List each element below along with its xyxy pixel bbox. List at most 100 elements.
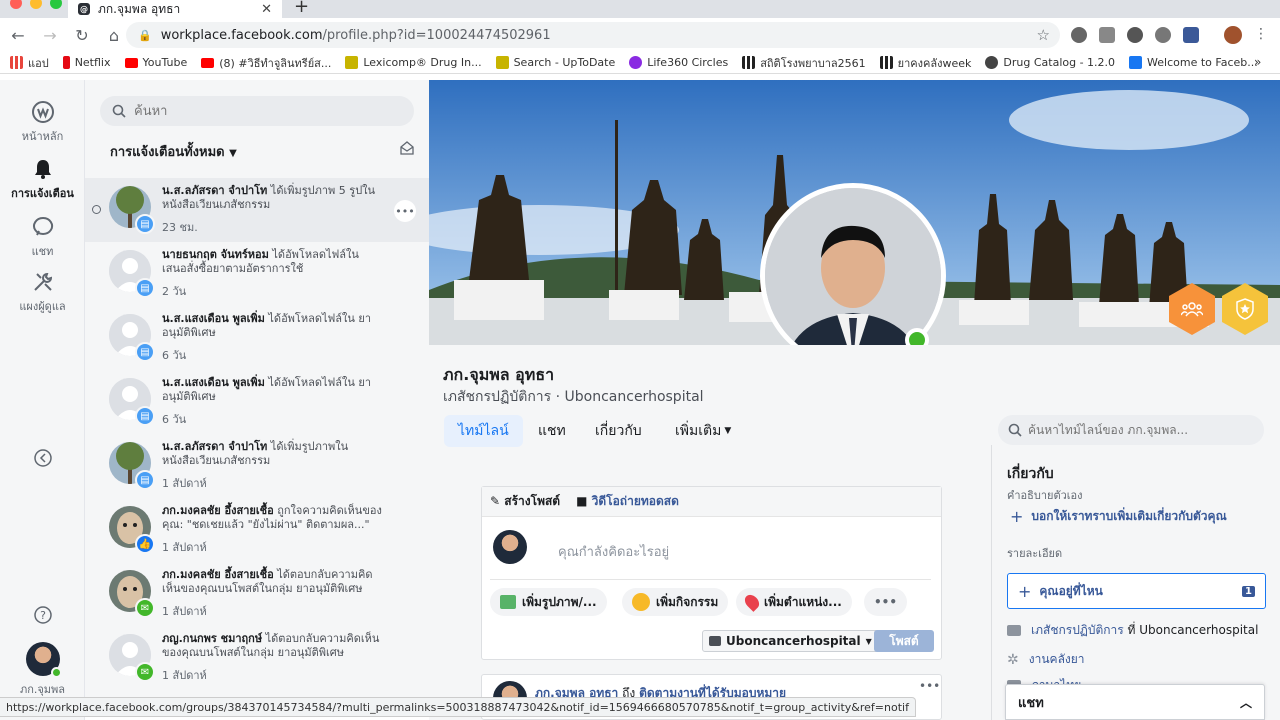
post-button[interactable]: โพสต์	[874, 630, 934, 652]
link-status-bar: https://workplace.facebook.com/groups/38…	[0, 697, 916, 717]
composer-prompt[interactable]: คุณกำลังคิดอะไรอยู่	[558, 541, 669, 562]
online-dot	[50, 667, 62, 678]
bookmark-item[interactable]: Welcome to Faceb...	[1129, 56, 1258, 69]
notification-item[interactable]: ▤ น.ส.แสงเดือน พูลเพิ่ม ได้อัพโหลดไฟล์ใน …	[85, 306, 429, 370]
more-bookmarks-icon[interactable]: »	[1254, 55, 1261, 69]
chat-bar[interactable]: แชท ︿	[1005, 684, 1265, 720]
bookmark-item[interactable]: YouTube	[124, 56, 187, 69]
extension-icon[interactable]	[1155, 27, 1171, 43]
close-window-button[interactable]	[10, 0, 22, 9]
mark-all-read-icon[interactable]	[399, 140, 415, 156]
notification-time: 6 วัน	[162, 413, 187, 426]
notification-time: 1 สัปดาห์	[162, 541, 207, 554]
add-location-button[interactable]: เพิ่มตำแหน่ง...	[736, 588, 852, 616]
details-label: รายละเอียด	[1007, 547, 1063, 560]
bookmark-item[interactable]: Search - UpToDate	[495, 56, 615, 69]
bar-chart-icon	[879, 56, 893, 69]
create-post-tab[interactable]: ✎ สร้างโพสต์	[490, 492, 560, 511]
life360-icon	[629, 56, 643, 69]
add-activity-button[interactable]: เพิ่มกิจกรรม	[622, 588, 729, 616]
extension-icon[interactable]	[1127, 27, 1143, 43]
profile-avatar-icon[interactable]	[1224, 26, 1242, 44]
post-composer: ✎ สร้างโพสต์ ■ วิดีโอถ่ายทอดสด คุณกำลังค…	[481, 486, 942, 660]
department-link[interactable]: งานคลังยา	[1029, 650, 1085, 669]
maximize-window-button[interactable]	[50, 0, 62, 9]
nav-profile[interactable]: ภก.จุมพล	[0, 642, 85, 698]
people-icon	[1181, 302, 1203, 317]
new-tab-button[interactable]: +	[294, 0, 309, 17]
minimize-window-button[interactable]	[30, 0, 42, 9]
facebook-extension-icon[interactable]	[1183, 27, 1199, 43]
divider	[490, 579, 931, 580]
browser-tab-strip: @ ภก.จุมพล อุทธา ✕ +	[0, 0, 1280, 18]
doc-badge-icon: ▤	[135, 406, 155, 426]
bookmark-item[interactable]: Life360 Circles	[629, 56, 728, 69]
like-badge-icon: 👍	[135, 534, 155, 554]
notification-item[interactable]: 👍 ภก.มงคลชัย อึ้งสายเชื้อ ถูกใจความคิดเห็…	[85, 498, 429, 562]
timeline-search-input[interactable]	[1028, 423, 1248, 437]
nav-notifications[interactable]: การแจ้งเตือน	[0, 157, 85, 202]
svg-text:?: ?	[40, 609, 46, 622]
post-options-icon[interactable]: •••	[919, 679, 940, 693]
notification-actor: น.ส.แสงเดือน พูลเพิ่ม	[162, 312, 265, 325]
menu-icon[interactable]: ⋮	[1254, 26, 1268, 42]
tab-about[interactable]: เกี่ยวกับ	[581, 415, 656, 447]
tab-more[interactable]: เพิ่มเติม ▼	[661, 415, 745, 447]
forward-icon[interactable]: →	[36, 21, 64, 49]
collapse-sidebar-button[interactable]	[0, 448, 85, 471]
bookmark-item[interactable]: แอป	[10, 54, 49, 72]
nav-admin-panel[interactable]: แผงผู้ดูแล	[0, 270, 85, 315]
reload-icon[interactable]: ↻	[68, 21, 96, 49]
tab-chat[interactable]: แชท	[524, 415, 580, 447]
notification-actor: ภก.มงคลชัย อึ้งสายเชื้อ	[162, 504, 274, 517]
nav-chat[interactable]: แชท	[0, 215, 85, 260]
back-icon[interactable]: ←	[4, 21, 32, 49]
more-options-button[interactable]: •••	[864, 588, 908, 616]
job-row: เภสัชกรปฏิบัติการ ที่ Uboncancerhospital	[1007, 621, 1258, 640]
bookmark-item[interactable]: (8) #วิธีทำจูลินทรีย์ส...	[201, 54, 331, 72]
notifications-filter-dropdown[interactable]: การแจ้งเตือนทั้งหมด ▼	[110, 141, 237, 162]
notification-search[interactable]	[100, 96, 414, 126]
notification-item[interactable]: ✉ ภก.มงคลชัย อึ้งสายเชื้อ ได้ตอบกลับความค…	[85, 562, 429, 626]
notification-options-button[interactable]: •••	[394, 200, 416, 222]
bookmark-item[interactable]: สถิติโรงพยาบาล2561	[742, 54, 866, 72]
count-badge: 1	[1242, 585, 1255, 597]
notification-item[interactable]: ✉ ภญ.กนกพร ชมาฤกษ์ ได้ตอบกลับความคิดเห็นข…	[85, 626, 429, 690]
facebook-icon	[1129, 56, 1143, 69]
pinterest-extension-icon[interactable]	[1071, 27, 1087, 43]
timeline-search[interactable]	[998, 415, 1264, 445]
chevron-up-icon[interactable]: ︿	[1240, 694, 1252, 711]
caret-down-icon: ▼	[865, 636, 872, 646]
notification-item[interactable]: ▤ น.ส.ลภัสรดา จำปาโท ได้เพิ่มรูปภาพใน หนั…	[85, 434, 429, 498]
close-tab-icon[interactable]: ✕	[261, 2, 272, 17]
bookmark-item[interactable]: Lexicomp® Drug In...	[345, 56, 482, 69]
bookmark-item[interactable]: Drug Catalog - 1.2.0	[985, 56, 1115, 69]
add-photo-button[interactable]: เพิ่มรูปภาพ/...	[490, 588, 607, 616]
mark-read-toggle[interactable]	[92, 205, 101, 214]
search-input[interactable]	[134, 103, 394, 119]
plus-icon: +	[1018, 581, 1032, 601]
lexicomp-icon	[345, 56, 359, 69]
live-video-tab[interactable]: ■ วิดีโอถ่ายทอดสด	[576, 492, 679, 511]
where-are-you-field[interactable]: + คุณอยู่ที่ไหน 1	[1007, 573, 1266, 609]
extension-icon[interactable]	[1099, 27, 1115, 43]
bookmark-item[interactable]: ยาคงคลังweek	[879, 54, 971, 72]
address-bar[interactable]: 🔒 workplace.facebook.com/profile.php?id=…	[126, 22, 1060, 48]
notification-item[interactable]: ▤ นายธนกฤต จันทร์หอม ได้อัพโหลดไฟล์ใน เสน…	[85, 242, 429, 306]
nav-home[interactable]: หน้าหลัก	[0, 100, 85, 145]
about-sidebar: เกี่ยวกับ คำอธิบายตัวเอง + บอกให้เราทราบเ…	[991, 445, 1280, 720]
notification-item[interactable]: ▤ น.ส.แสงเดือน พูลเพิ่ม ได้อัพโหลดไฟล์ใน …	[85, 370, 429, 434]
job-title-link[interactable]: เภสัชกรปฏิบัติการ	[1031, 623, 1124, 637]
browser-tab[interactable]: @ ภก.จุมพล อุทธา ✕	[68, 0, 282, 18]
add-bio-button[interactable]: + บอกให้เราทราบเพิ่มเติมเกี่ยวกับตัวคุณ	[1004, 502, 1266, 530]
bookmark-star-icon[interactable]: ☆	[1037, 26, 1050, 44]
notification-item[interactable]: ▤ น.ส.ลภัสรดา จำปาโท ได้เพิ่มรูปภาพ 5 รูป…	[85, 178, 429, 242]
tab-timeline[interactable]: ไทม์ไลน์	[444, 415, 523, 447]
help-button[interactable]: ?	[0, 605, 85, 628]
audience-selector[interactable]: Uboncancerhospital ▼	[702, 630, 879, 652]
home-icon[interactable]: ⌂	[100, 21, 128, 49]
profile-name: ภก.จุมพล อุทธา	[443, 365, 555, 384]
workplace-icon: @	[78, 3, 90, 15]
notification-text: ภญ.กนกพร ชมาฤกษ์ ได้ตอบกลับความคิดเห็นขอ…	[162, 632, 384, 660]
bookmark-item[interactable]: Netflix	[62, 56, 111, 69]
